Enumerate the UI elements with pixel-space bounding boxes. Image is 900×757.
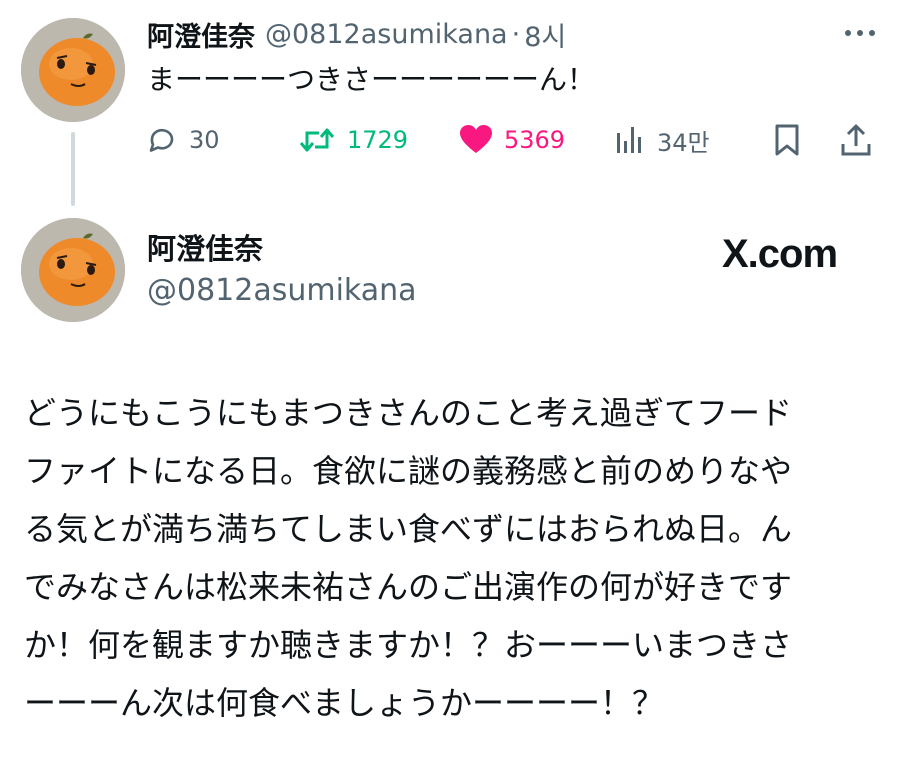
like-count: 5369 (504, 126, 566, 154)
thread-connector-line (71, 132, 75, 206)
heart-icon (460, 125, 492, 153)
views-icon (617, 127, 641, 153)
card-tweet-text: どうにもこうにもまつきさんのこと考え過ぎてフード ファイトになる日。食欲に謎の義… (24, 384, 884, 732)
views-button[interactable]: 34만 (613, 118, 710, 162)
tweet-text-line: ーーーん次は何食べましょうかーーーー！？ (24, 684, 665, 722)
retweet-button[interactable]: 1729 (297, 118, 408, 162)
avatar-mandarin-image (21, 18, 125, 122)
more-icon[interactable] (840, 21, 880, 45)
tweet-text-line: か！何を観ますか聴きますか！？おーーーいまつきさ (24, 626, 793, 664)
action-bar: 30 1729 5369 34만 (145, 118, 885, 162)
tweet-text-line: る気とが満ち満ちてしまい食べずにはおられぬ日。ん (24, 510, 793, 548)
card-avatar[interactable] (21, 218, 125, 322)
reply-text: まーーーーつきさーーーーーーん！ (147, 63, 596, 96)
share-button[interactable] (839, 118, 873, 162)
separator-dot: · (511, 18, 521, 50)
reply-header: 阿澄佳奈 @0812asumikana · 8시 (147, 14, 566, 54)
x-com-logo: X.com (722, 232, 838, 276)
tweet-text-line: ファイトになる日。食欲に謎の義務感と前のめりなや (24, 452, 793, 490)
retweet-count: 1729 (347, 126, 409, 154)
avatar[interactable] (21, 18, 125, 122)
reply-icon (149, 128, 174, 152)
card-user-handle[interactable]: @0812asumikana (147, 273, 417, 308)
bookmark-button[interactable] (771, 118, 803, 162)
timestamp[interactable]: 8시 (524, 15, 566, 54)
reply-button[interactable]: 30 (145, 118, 220, 162)
bookmark-icon (775, 124, 799, 156)
display-name[interactable]: 阿澄佳奈 (147, 15, 255, 54)
card-display-name[interactable]: 阿澄佳奈 (147, 226, 263, 268)
tweet-text-line: でみなさんは松来未祐さんのご出演作の何が好きです (24, 568, 793, 606)
user-handle[interactable]: @0812asumikana (265, 19, 508, 50)
avatar-mandarin-image (21, 218, 125, 322)
retweet-icon (299, 128, 335, 152)
like-button[interactable]: 5369 (458, 118, 565, 162)
views-count: 34만 (657, 128, 710, 157)
share-icon (841, 124, 871, 156)
reply-count: 30 (189, 126, 220, 154)
tweet-text-line: どうにもこうにもまつきさんのこと考え過ぎてフード (24, 394, 793, 432)
